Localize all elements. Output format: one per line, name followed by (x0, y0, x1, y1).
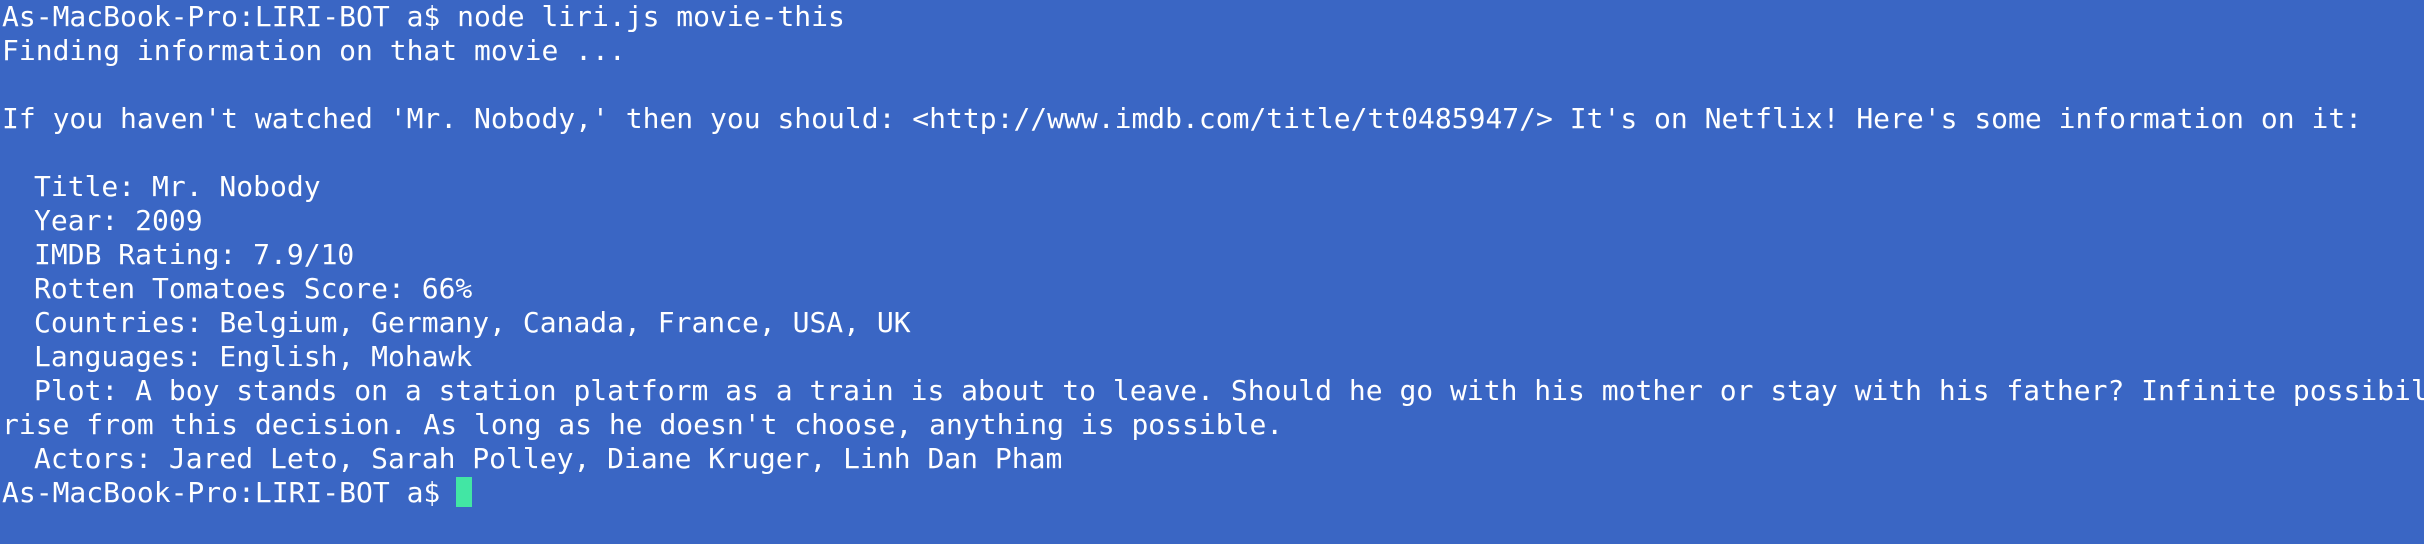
actors: Actors: Jared Leto, Sarah Polley, Diane … (34, 442, 1063, 475)
status-text: Finding information on that movie ... (2, 34, 626, 67)
imdb-rating: IMDB Rating: 7.9/10 (34, 238, 355, 271)
movie-year: Year: 2009 (34, 204, 203, 237)
languages: Languages: English, Mohawk (34, 340, 473, 373)
plot-line-2: rise from this decision. As long as he d… (2, 408, 1284, 441)
countries: Countries: Belgium, Germany, Canada, Fra… (34, 306, 911, 339)
rotten-tomatoes-score: Rotten Tomatoes Score: 66% (34, 272, 473, 305)
intro-text: If you haven't watched 'Mr. Nobody,' the… (2, 102, 2363, 135)
cursor-block (456, 477, 473, 507)
shell-prompt: As-MacBook-Pro:LIRI-BOT a$ (2, 476, 441, 509)
command-line: As-MacBook-Pro:LIRI-BOT a$ node liri.js … (2, 0, 845, 33)
prompt-line[interactable]: As-MacBook-Pro:LIRI-BOT a$ (0, 476, 2424, 510)
plot-line-1: Plot: A boy stands on a station platform… (34, 374, 2424, 407)
movie-title: Title: Mr. Nobody (34, 170, 321, 203)
terminal-window[interactable]: As-MacBook-Pro:LIRI-BOT a$ node liri.js … (0, 0, 2424, 544)
